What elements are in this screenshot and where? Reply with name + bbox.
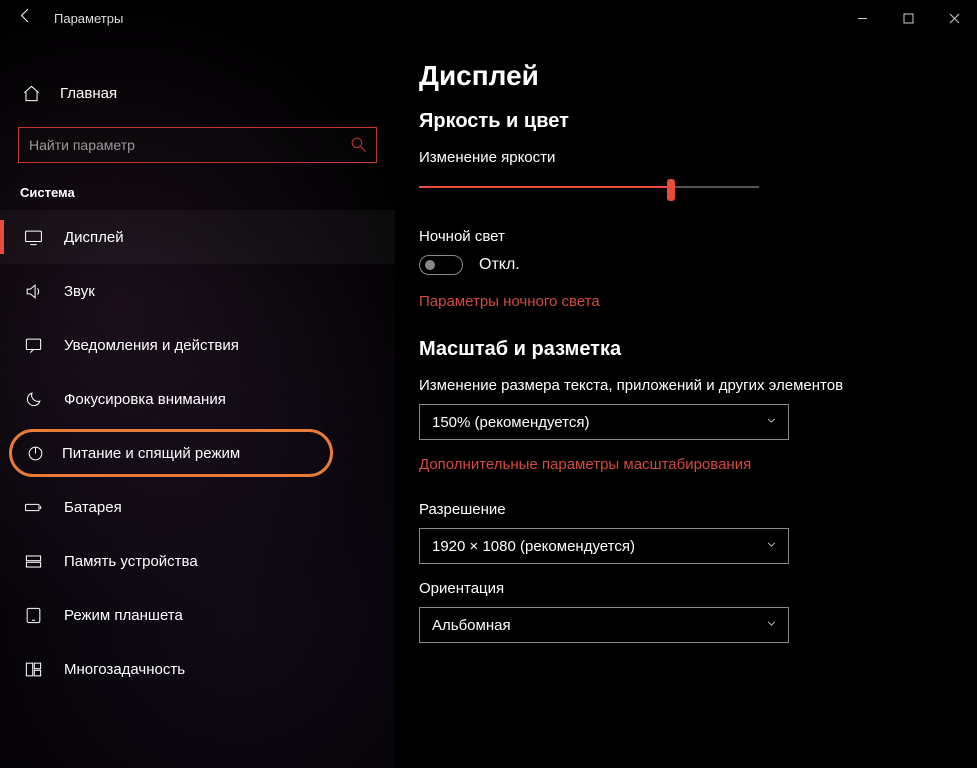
chevron-down-icon [765,414,778,430]
resolution-dropdown[interactable]: 1920 × 1080 (рекомендуется) [419,528,789,564]
sidebar: Параметры Главная Система Дисплей Звук Уве… [0,0,395,768]
sidebar-item-label: Звук [64,283,95,300]
window-controls [839,0,977,36]
back-button[interactable] [16,6,44,30]
timeline-icon [24,660,48,679]
home-icon [22,84,46,103]
brightness-slider[interactable] [419,176,759,200]
speaker-icon [24,282,48,301]
maximize-icon [903,13,914,24]
sidebar-item-multitasking[interactable]: Многозадачность [0,642,395,696]
sidebar-item-focus-assist[interactable]: Фокусировка внимания [0,372,395,426]
nightlight-label: Ночной свет [419,228,977,245]
sidebar-item-label: Батарея [64,499,122,516]
resolution-label: Разрешение [419,501,977,518]
window-title: Параметры [54,11,123,26]
sidebar-item-label: Дисплей [64,229,124,246]
sidebar-item-label: Главная [60,85,117,102]
sidebar-item-label: Фокусировка внимания [64,391,226,408]
monitor-icon [24,228,48,247]
sidebar-item-tablet-mode[interactable]: Режим планшета [0,588,395,642]
sidebar-item-display[interactable]: Дисплей [0,210,395,264]
scale-label: Изменение размера текста, приложений и д… [419,377,977,394]
sidebar-item-storage[interactable]: Память устройства [0,534,395,588]
minimize-icon [857,13,868,24]
dropdown-value: 150% (рекомендуется) [432,414,589,431]
titlebar: Параметры [0,0,395,36]
page-title: Дисплей [419,60,977,92]
sidebar-item-label: Память устройства [64,553,198,570]
sidebar-item-notifications[interactable]: Уведомления и действия [0,318,395,372]
sidebar-item-label: Уведомления и действия [64,337,239,354]
dropdown-value: 1920 × 1080 (рекомендуется) [432,538,635,555]
sidebar-item-sound[interactable]: Звук [0,264,395,318]
orientation-label: Ориентация [419,580,977,597]
battery-icon [24,498,48,517]
maximize-button[interactable] [885,0,931,36]
close-button[interactable] [931,0,977,36]
brightness-label: Изменение яркости [419,149,977,166]
minimize-button[interactable] [839,0,885,36]
arrow-left-icon [16,6,35,25]
sidebar-section-label: Система [0,185,395,210]
close-icon [949,13,960,24]
chevron-down-icon [765,538,778,554]
section-heading-scale: Масштаб и разметка [419,338,977,361]
search-wrap [18,127,377,163]
dropdown-value: Альбомная [432,617,511,634]
tablet-icon [24,606,48,625]
scale-dropdown[interactable]: 150% (рекомендуется) [419,404,789,440]
sidebar-item-battery[interactable]: Батарея [0,480,395,534]
nightlight-toggle[interactable] [419,255,463,275]
content: Дисплей Яркость и цвет Изменение яркости… [395,0,977,768]
power-icon [26,444,50,463]
sidebar-item-label: Режим планшета [64,607,183,624]
search-input[interactable] [19,128,376,162]
slider-thumb[interactable] [667,179,675,201]
section-heading-brightness: Яркость и цвет [419,110,977,133]
orientation-dropdown[interactable]: Альбомная [419,607,789,643]
nightlight-state: Откл. [479,256,520,274]
storage-icon [24,552,48,571]
nightlight-settings-link[interactable]: Параметры ночного света [419,293,977,310]
advanced-scaling-link[interactable]: Дополнительные параметры масштабирования [419,456,977,473]
sidebar-item-label: Питание и спящий режим [62,445,240,462]
sidebar-item-label: Многозадачность [64,661,185,678]
sidebar-item-home[interactable]: Главная [0,70,395,111]
moon-icon [24,390,48,409]
toggle-knob [425,260,435,270]
chevron-down-icon [765,617,778,633]
slider-fill [419,186,671,188]
sidebar-item-power-sleep[interactable]: Питание и спящий режим [9,429,333,477]
message-icon [24,336,48,355]
